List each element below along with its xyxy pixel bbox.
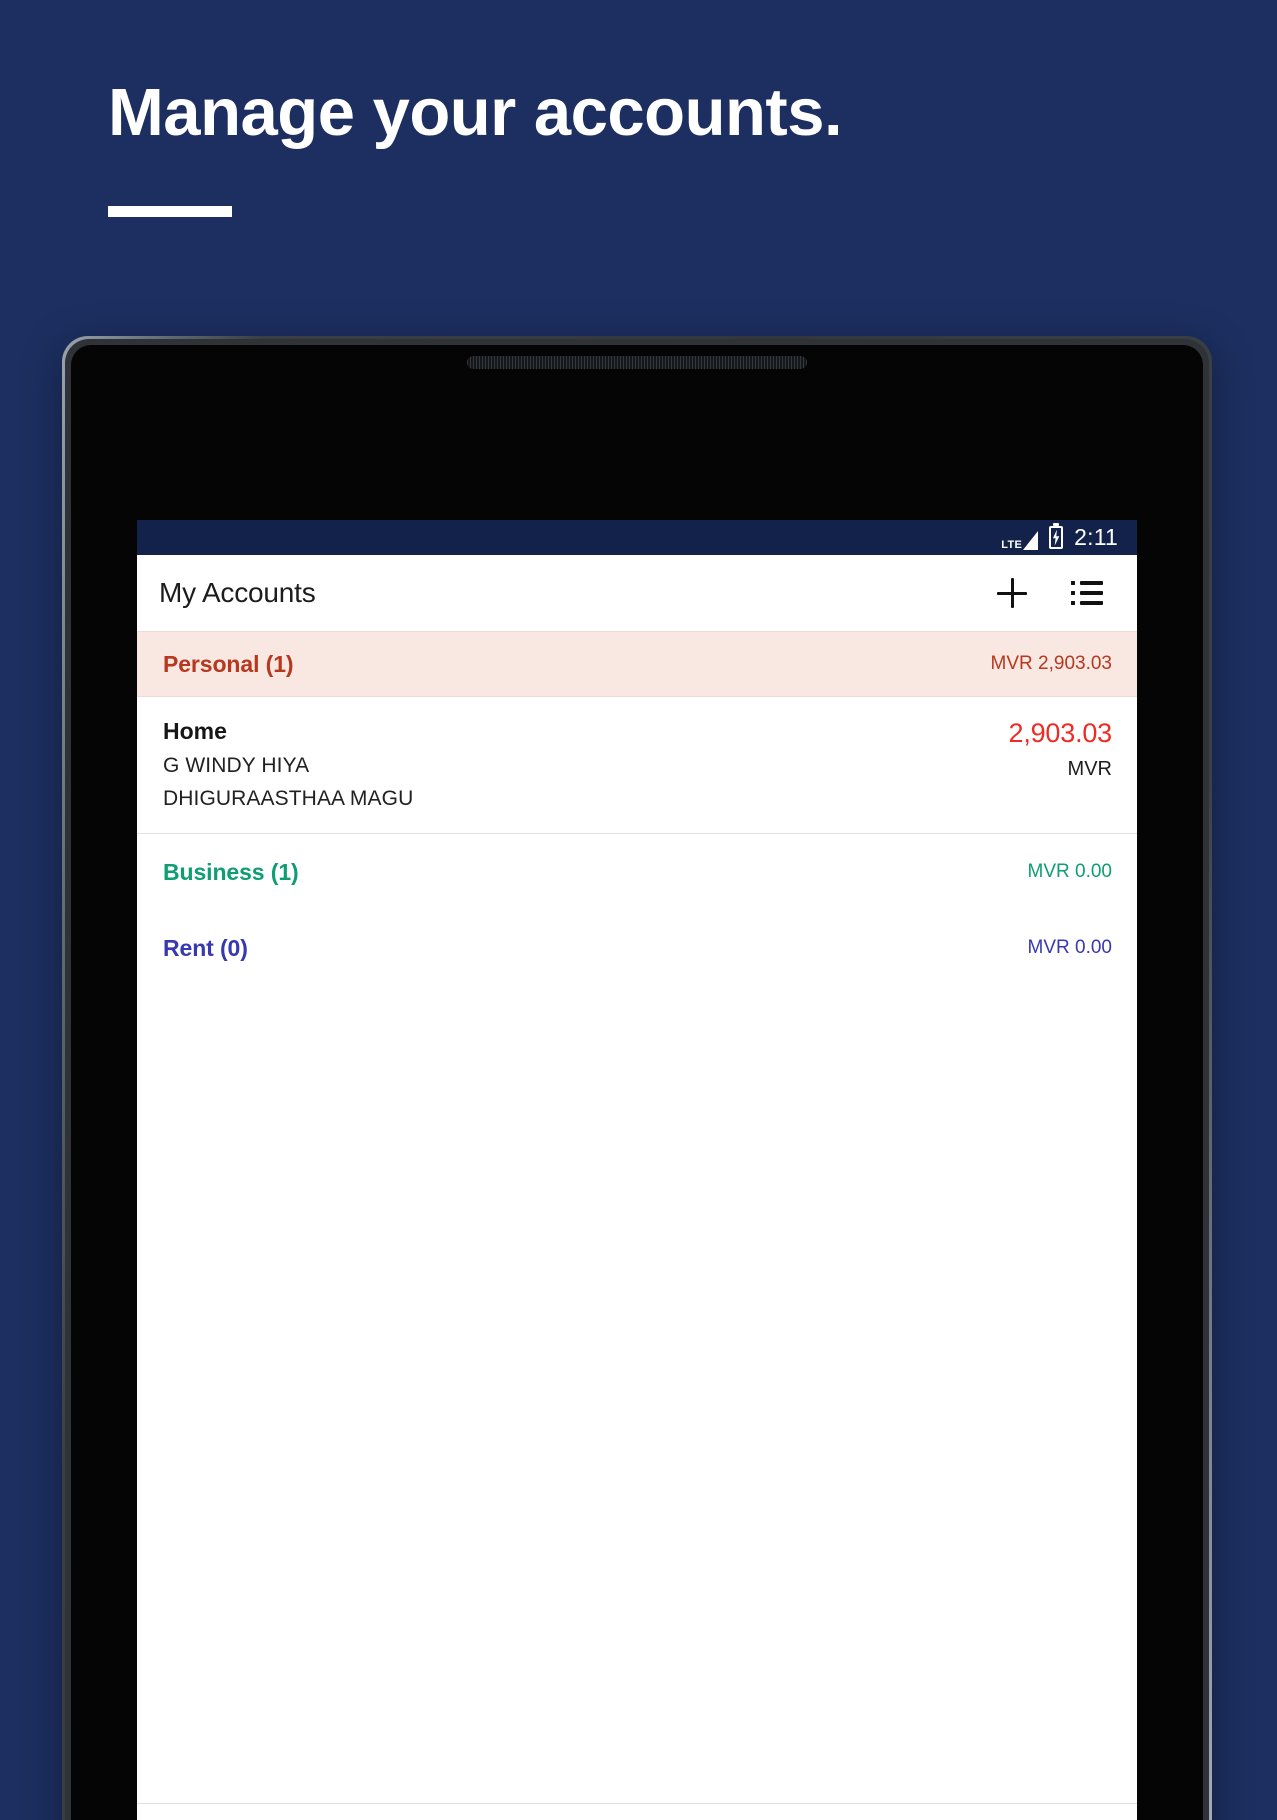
app-bar-title: My Accounts — [159, 577, 316, 608]
nav-item-bill-calculator[interactable]: Bill Calculator — [387, 1804, 637, 1820]
group-name: Business (1) — [163, 858, 299, 885]
account-group-header-business[interactable]: Business (1) MVR 0.00 — [137, 834, 1137, 910]
account-balance: 2,903.03 — [1008, 718, 1113, 748]
device-bezel: LTE 2:11 My Accounts Personal (1) MVR 2,… — [65, 339, 1209, 1820]
page-title: Manage your accounts. — [108, 75, 843, 150]
account-address-line-1: G WINDY HIYA — [163, 754, 310, 777]
signal-bars-icon: LTE — [1001, 527, 1039, 551]
speaker-grille — [467, 356, 807, 369]
nav-item-my-accounts[interactable]: My Accounts — [137, 1804, 387, 1820]
hero-section: Manage your accounts. — [108, 75, 1158, 218]
group-amount: MVR 0.00 — [1027, 861, 1112, 882]
signal-triangle — [1023, 530, 1039, 550]
group-amount: MVR 0.00 — [1027, 937, 1112, 958]
account-details: Home G WINDY HIYA DHIGURAASTHAA MAGU — [163, 718, 413, 811]
account-currency: MVR — [1067, 758, 1112, 780]
bottom-navigation-bar: My Accounts — [137, 1803, 1137, 1820]
device-glass: LTE 2:11 My Accounts Personal (1) MVR 2,… — [71, 345, 1203, 1820]
network-type-label: LTE — [1001, 538, 1023, 551]
empty-list-area — [137, 986, 1137, 1803]
group-name: Personal (1) — [163, 650, 294, 677]
account-address-line-2: DHIGURAASTHAA MAGU — [163, 787, 414, 810]
nav-item-tariff-rates[interactable]: Tariff Rates — [637, 1804, 887, 1820]
account-balance-block: 2,903.03 MVR — [1009, 718, 1113, 811]
app-screen: LTE 2:11 My Accounts Personal (1) MVR 2,… — [137, 520, 1137, 1820]
battery-bolt — [1052, 529, 1060, 546]
group-name: Rent (0) — [163, 934, 248, 961]
app-bar: My Accounts — [137, 555, 1137, 631]
account-group-header-personal[interactable]: Personal (1) MVR 2,903.03 — [137, 631, 1137, 697]
title-underline-rule — [108, 206, 232, 218]
plus-icon[interactable] — [997, 578, 1027, 608]
tablet-device-frame: LTE 2:11 My Accounts Personal (1) MVR 2,… — [62, 336, 1212, 1820]
app-bar-actions — [997, 578, 1113, 608]
group-amount: MVR 2,903.03 — [990, 653, 1112, 674]
account-group-header-rent[interactable]: Rent (0) MVR 0.00 — [137, 910, 1137, 986]
account-name: Home — [163, 718, 227, 744]
status-bar: LTE 2:11 — [137, 520, 1137, 555]
account-row-home[interactable]: Home G WINDY HIYA DHIGURAASTHAA MAGU 2,9… — [137, 697, 1137, 834]
status-clock: 2:11 — [1074, 524, 1118, 550]
list-icon[interactable] — [1071, 581, 1103, 605]
battery-charging-icon — [1049, 526, 1064, 549]
nav-item-about[interactable]: About — [887, 1804, 1137, 1820]
